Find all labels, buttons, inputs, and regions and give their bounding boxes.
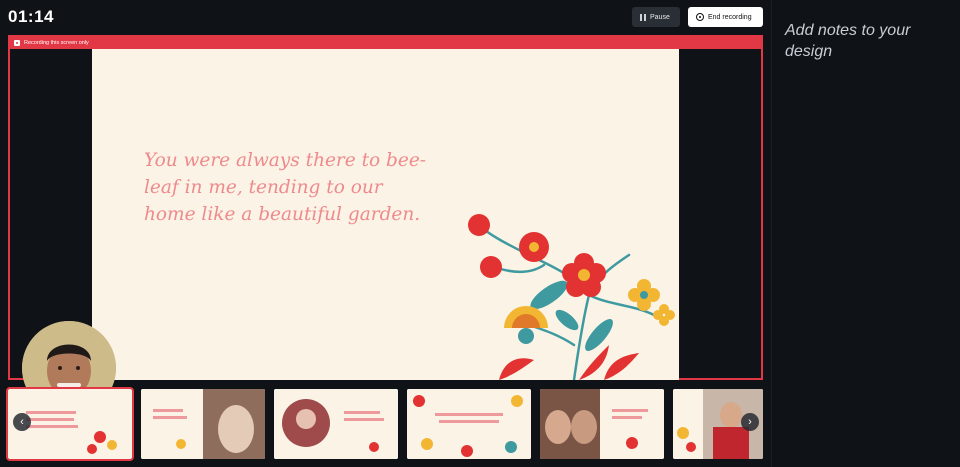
chevron-left-icon[interactable]: ‹ xyxy=(13,413,31,431)
current-slide: You were always there to bee-leaf in me,… xyxy=(92,49,679,380)
slide-thumbnail-4[interactable] xyxy=(407,389,531,459)
recording-banner-text: Recording this screen only xyxy=(24,40,89,46)
thumbnail-preview xyxy=(274,389,398,459)
end-recording-label: End recording xyxy=(708,13,752,21)
pause-icon xyxy=(640,13,646,21)
notes-divider xyxy=(771,0,772,467)
record-icon xyxy=(696,13,704,21)
thumbnail-preview xyxy=(407,389,531,459)
slide-thumbnail-5[interactable] xyxy=(540,389,664,459)
floral-illustration xyxy=(468,214,675,380)
chevron-right-icon[interactable]: › xyxy=(741,413,759,431)
notes-panel[interactable]: Add notes to your design xyxy=(785,20,950,62)
slide-quote: You were always there to bee-leaf in me,… xyxy=(144,150,427,225)
notes-placeholder: Add notes to your design xyxy=(785,22,911,60)
slide-thumbnail-3[interactable] xyxy=(274,389,398,459)
pause-button[interactable]: Pause xyxy=(632,7,680,27)
thumbnail-preview xyxy=(540,389,664,459)
slide-thumbnail-strip xyxy=(6,387,763,462)
recording-indicator-icon xyxy=(14,40,20,46)
recording-stage: Recording this screen only You were alwa… xyxy=(8,35,763,415)
slide-thumbnail-2[interactable] xyxy=(141,389,265,459)
end-recording-button[interactable]: End recording xyxy=(688,7,763,27)
recording-banner: Recording this screen only xyxy=(10,37,761,49)
thumbnail-preview xyxy=(141,389,265,459)
recording-timer: 01:14 xyxy=(8,7,54,26)
pause-button-label: Pause xyxy=(650,13,670,21)
